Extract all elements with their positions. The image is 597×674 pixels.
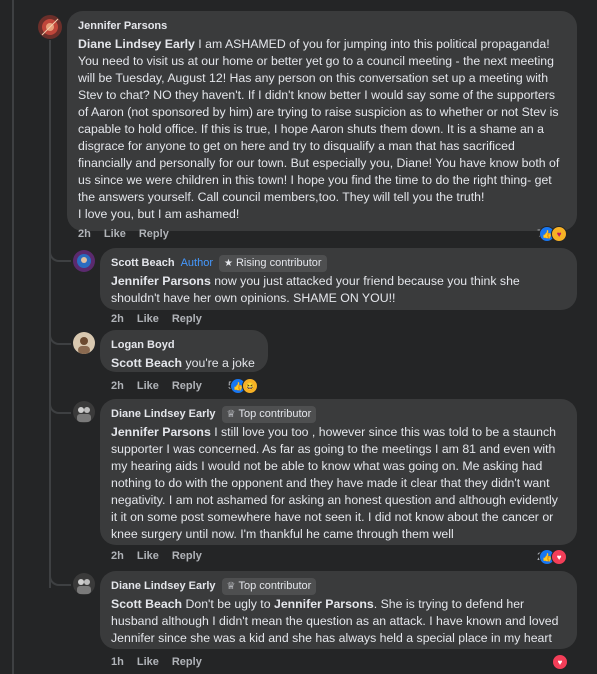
author-name[interactable]: Diane Lindsey Early <box>111 408 216 420</box>
contributor-badge[interactable]: ★ Rising contributor <box>219 254 327 272</box>
comment-author: Scott Beach Author ★ Rising contributor <box>111 254 567 272</box>
avatar[interactable] <box>73 332 95 354</box>
reply-connector <box>49 246 71 262</box>
author-name[interactable]: Logan Boyd <box>111 339 175 351</box>
mention-link[interactable]: Scott Beach <box>111 356 182 370</box>
author-name[interactable]: Jennifer Parsons <box>78 20 167 32</box>
reaction-summary[interactable]: ♥ <box>552 654 568 670</box>
reply-button[interactable]: Reply <box>139 228 169 240</box>
comment-author: Jennifer Parsons <box>78 18 567 34</box>
thread-line-replies <box>49 40 51 588</box>
like-button[interactable]: Like <box>137 550 159 562</box>
comment-text-segment: you're a joke <box>182 356 255 370</box>
award-icon: ♕ <box>226 580 236 592</box>
comment-bubble: Diane Lindsey Early ♕ Top contributor Sc… <box>100 571 577 649</box>
comment-text: Diane Lindsey Early I am ASHAMED of you … <box>78 36 567 223</box>
reaction-summary[interactable]: 5 👍 😆 <box>228 378 259 394</box>
reply-connector <box>49 570 71 586</box>
mention-link[interactable]: Scott Beach <box>111 597 182 611</box>
comment-bubble: Logan Boyd Scott Beach you're a joke <box>100 330 268 372</box>
thread-line <box>12 0 14 674</box>
reply-connector <box>49 329 71 345</box>
love-reaction-icon: ♥ <box>551 549 568 565</box>
timestamp[interactable]: 1h <box>111 656 124 668</box>
star-icon: ★ <box>224 257 233 269</box>
comment-bubble: Jennifer Parsons Diane Lindsey Early I a… <box>67 11 577 231</box>
comment-actions: 1h Like Reply <box>111 656 202 668</box>
comment-author: Diane Lindsey Early ♕ Top contributor <box>111 577 567 595</box>
award-icon: ♕ <box>226 408 236 420</box>
timestamp[interactable]: 2h <box>78 228 91 240</box>
comment-actions: 2h Like Reply <box>111 313 202 325</box>
reply-button[interactable]: Reply <box>172 380 202 392</box>
like-button[interactable]: Like <box>137 380 159 392</box>
love-reaction-icon: ♥ <box>552 654 568 670</box>
comment-author: Logan Boyd <box>111 337 258 353</box>
haha-reaction-icon: 😆 <box>242 378 259 394</box>
badge-label: Top contributor <box>238 408 312 420</box>
contributor-badge[interactable]: ♕ Top contributor <box>221 405 317 423</box>
comment-bubble: Scott Beach Author ★ Rising contributor … <box>100 248 577 310</box>
comment-bubble: Diane Lindsey Early ♕ Top contributor Je… <box>100 399 577 545</box>
mention-link[interactable]: Diane Lindsey Early <box>78 37 195 51</box>
comment-actions: 2h Like Reply <box>111 550 202 562</box>
comment-text-segment: I still love you too , however since thi… <box>111 425 558 541</box>
author-name[interactable]: Diane Lindsey Early <box>111 580 216 592</box>
like-button[interactable]: Like <box>137 313 159 325</box>
mention-link[interactable]: Jennifer Parsons <box>111 425 211 439</box>
reply-button[interactable]: Reply <box>172 656 202 668</box>
comment-text-segment: Don't be ugly to <box>182 597 274 611</box>
reply-connector <box>49 398 71 414</box>
timestamp[interactable]: 2h <box>111 550 124 562</box>
mention-link[interactable]: Jennifer Parsons <box>111 274 211 288</box>
timestamp[interactable]: 2h <box>111 313 124 325</box>
like-button[interactable]: Like <box>137 656 159 668</box>
comment-actions: 2h Like Reply <box>78 228 169 240</box>
reaction-summary[interactable]: 7 👍 ♥ <box>537 226 568 242</box>
avatar[interactable] <box>73 401 95 423</box>
reply-button[interactable]: Reply <box>172 550 202 562</box>
care-reaction-icon: ♥ <box>551 226 568 242</box>
timestamp[interactable]: 2h <box>111 380 124 392</box>
comment-text: Jennifer Parsons I still love you too , … <box>111 424 567 543</box>
contributor-badge[interactable]: ♕ Top contributor <box>221 577 317 595</box>
badge-label: Top contributor <box>238 580 312 592</box>
comment-actions: 2h Like Reply <box>111 380 202 392</box>
avatar[interactable] <box>73 573 95 595</box>
badge-label: Rising contributor <box>235 257 322 269</box>
comment-text-segment: I am ASHAMED of you for jumping into thi… <box>78 37 560 221</box>
mention-link[interactable]: Jennifer Parsons <box>274 597 374 611</box>
comment-text: Jennifer Parsons now you just attacked y… <box>111 273 567 307</box>
reaction-summary[interactable]: 2 👍 ♥ <box>537 549 568 565</box>
author-name[interactable]: Scott Beach <box>111 257 175 269</box>
comment-author: Diane Lindsey Early ♕ Top contributor <box>111 405 567 423</box>
avatar[interactable] <box>38 15 62 39</box>
reply-button[interactable]: Reply <box>172 313 202 325</box>
author-tag: Author <box>180 257 213 269</box>
like-button[interactable]: Like <box>104 228 126 240</box>
comment-text: Scott Beach Don't be ugly to Jennifer Pa… <box>111 596 567 647</box>
avatar[interactable] <box>73 250 95 272</box>
comment-text: Scott Beach you're a joke <box>111 355 258 372</box>
